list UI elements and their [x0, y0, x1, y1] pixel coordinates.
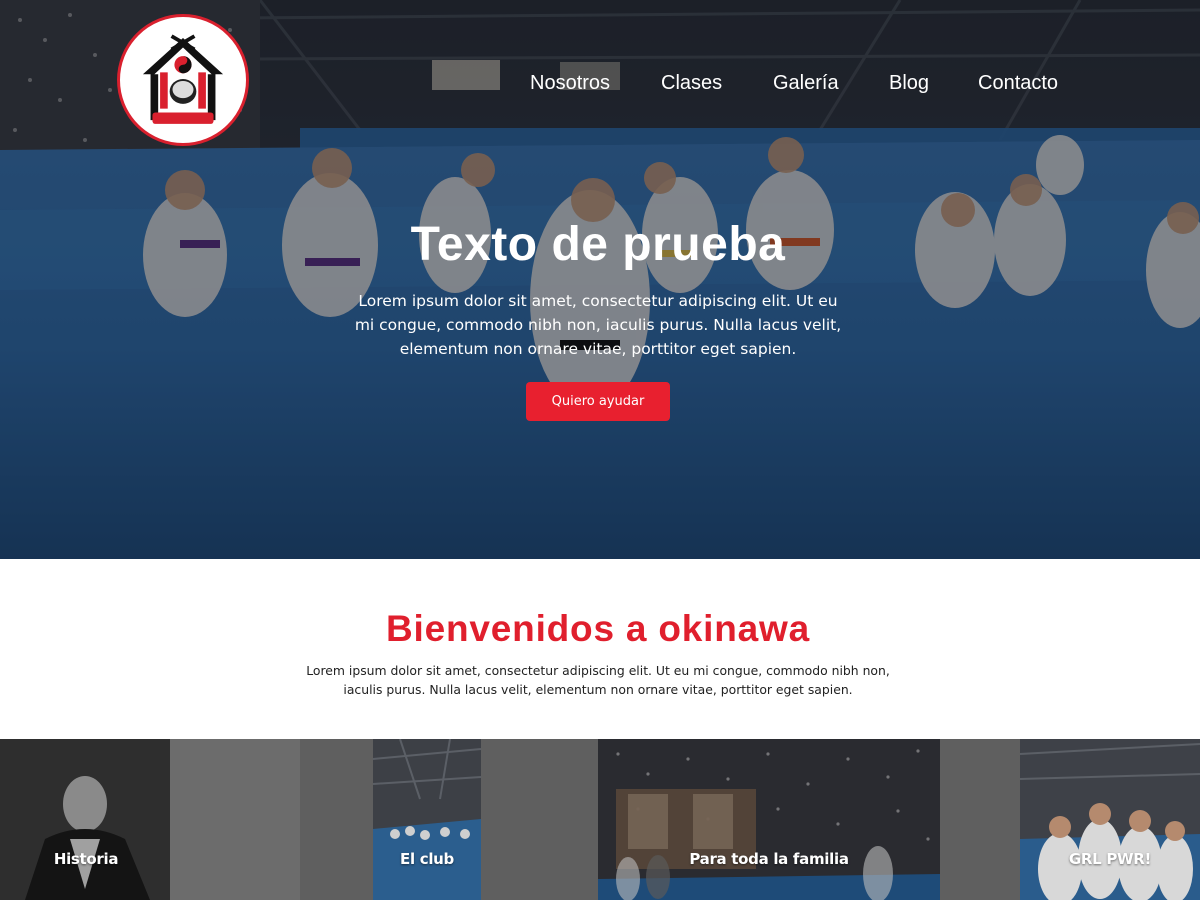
card-label: GRL PWR!	[1068, 850, 1152, 868]
nav-item-clases[interactable]: Clases	[661, 70, 722, 96]
card-el-club[interactable]: El club	[300, 739, 600, 900]
el-club-image	[300, 739, 600, 900]
hero-section: Nosotros Clases Galería Blog Contacto Te…	[0, 0, 1200, 559]
welcome-description: Lorem ipsum dolor sit amet, consectetur …	[306, 663, 890, 697]
quiero-ayudar-button[interactable]: Quiero ayudar	[526, 382, 670, 421]
grl-pwr-image	[940, 739, 1200, 900]
historia-image	[0, 739, 300, 900]
nav-item-contacto[interactable]: Contacto	[978, 70, 1058, 96]
card-label: El club	[400, 850, 454, 868]
nav-item-blog[interactable]: Blog	[889, 70, 929, 96]
card-label: Historia	[53, 850, 119, 868]
hero-title: Texto de prueba	[410, 218, 786, 271]
nav-item-nosotros[interactable]: Nosotros	[530, 70, 610, 96]
feature-cards: Historia El club Para toda la familia GR…	[0, 739, 1200, 900]
main-navigation: Nosotros Clases Galería Blog Contacto	[0, 70, 1200, 100]
card-grl-pwr[interactable]: GRL PWR!	[940, 739, 1200, 900]
welcome-title: Bienvenidos a okinawa	[386, 608, 810, 649]
card-label: Para toda la familia	[689, 850, 849, 868]
hero-description: Lorem ipsum dolor sit amet, consectetur …	[354, 292, 842, 358]
card-para-toda-la-familia[interactable]: Para toda la familia	[598, 739, 940, 900]
card-historia[interactable]: Historia	[0, 739, 300, 900]
familia-image	[598, 739, 940, 900]
nav-item-galeria[interactable]: Galería	[773, 70, 839, 96]
